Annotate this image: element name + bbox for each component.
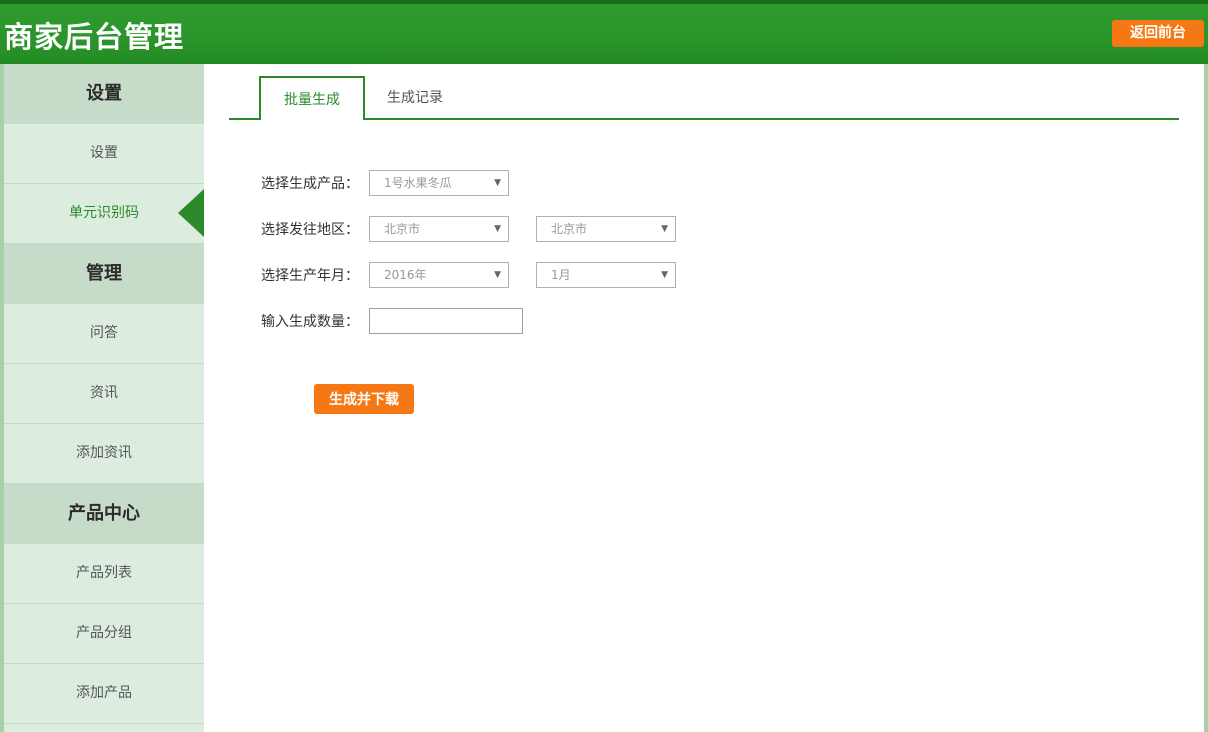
chevron-down-icon: ▼ bbox=[661, 224, 668, 234]
sidebar-item-product-groups[interactable]: 产品分组 bbox=[4, 604, 204, 664]
product-label: 选择生成产品： bbox=[261, 176, 359, 192]
tab-batch-generate[interactable]: 批量生成 bbox=[259, 76, 365, 120]
month-select-value: 1月 bbox=[551, 268, 571, 282]
sidebar-item-label: 问答 bbox=[90, 325, 118, 341]
sidebar-item-unit-code[interactable]: 单元识别码 bbox=[4, 184, 204, 244]
region-label: 选择发往地区： bbox=[261, 222, 359, 238]
sidebar: 设置 设置 单元识别码 管理 问答 资讯 添加资讯 产品中心 产品列表 产品分组… bbox=[4, 64, 204, 732]
sidebar-item-qa[interactable]: 问答 bbox=[4, 304, 204, 364]
month-select[interactable]: 1月 ▼ bbox=[536, 262, 676, 288]
date-label: 选择生产年月： bbox=[261, 268, 359, 284]
sidebar-group-settings: 设置 bbox=[4, 64, 204, 124]
chevron-down-icon: ▼ bbox=[494, 178, 501, 188]
year-select[interactable]: 2016年 ▼ bbox=[369, 262, 509, 288]
sidebar-item-settings[interactable]: 设置 bbox=[4, 124, 204, 184]
back-to-frontend-button[interactable]: 返回前台 bbox=[1112, 20, 1204, 47]
city-select-value: 北京市 bbox=[551, 222, 588, 236]
app-title: 商家后台管理 bbox=[4, 20, 185, 54]
sidebar-item-label: 资讯 bbox=[90, 385, 118, 401]
sidebar-item-label: 添加产品 bbox=[76, 685, 132, 701]
sidebar-item-add-product[interactable]: 添加产品 bbox=[4, 664, 204, 724]
year-select-value: 2016年 bbox=[384, 268, 427, 282]
sidebar-item-label: 产品列表 bbox=[76, 565, 132, 581]
right-edge-border bbox=[1204, 64, 1208, 732]
sidebar-item-label: 设置 bbox=[90, 145, 118, 161]
tab-generate-records[interactable]: 生成记录 bbox=[366, 76, 464, 119]
active-arrow-icon bbox=[178, 189, 204, 237]
product-select[interactable]: 1号水果冬瓜 ▼ bbox=[369, 170, 509, 196]
chevron-down-icon: ▼ bbox=[494, 270, 501, 280]
quantity-input[interactable] bbox=[369, 308, 523, 334]
quantity-label: 输入生成数量： bbox=[261, 314, 359, 330]
province-select[interactable]: 北京市 ▼ bbox=[369, 216, 509, 242]
sidebar-item-label: 产品分组 bbox=[76, 625, 132, 641]
sidebar-item-product-list[interactable]: 产品列表 bbox=[4, 544, 204, 604]
city-select[interactable]: 北京市 ▼ bbox=[536, 216, 676, 242]
chevron-down-icon: ▼ bbox=[661, 270, 668, 280]
product-select-value: 1号水果冬瓜 bbox=[384, 176, 452, 190]
sidebar-group-products: 产品中心 bbox=[4, 484, 204, 544]
chevron-down-icon: ▼ bbox=[494, 224, 501, 234]
sidebar-group-management: 管理 bbox=[4, 244, 204, 304]
generate-download-button[interactable]: 生成并下载 bbox=[314, 384, 414, 414]
sidebar-item-label: 单元识别码 bbox=[69, 205, 139, 221]
tabs-underline bbox=[229, 118, 1179, 120]
top-header: 商家后台管理 返回前台 bbox=[0, 0, 1208, 64]
sidebar-item-label: 添加资讯 bbox=[76, 445, 132, 461]
province-select-value: 北京市 bbox=[384, 222, 421, 236]
sidebar-item-news[interactable]: 资讯 bbox=[4, 364, 204, 424]
sidebar-item-add-news[interactable]: 添加资讯 bbox=[4, 424, 204, 484]
